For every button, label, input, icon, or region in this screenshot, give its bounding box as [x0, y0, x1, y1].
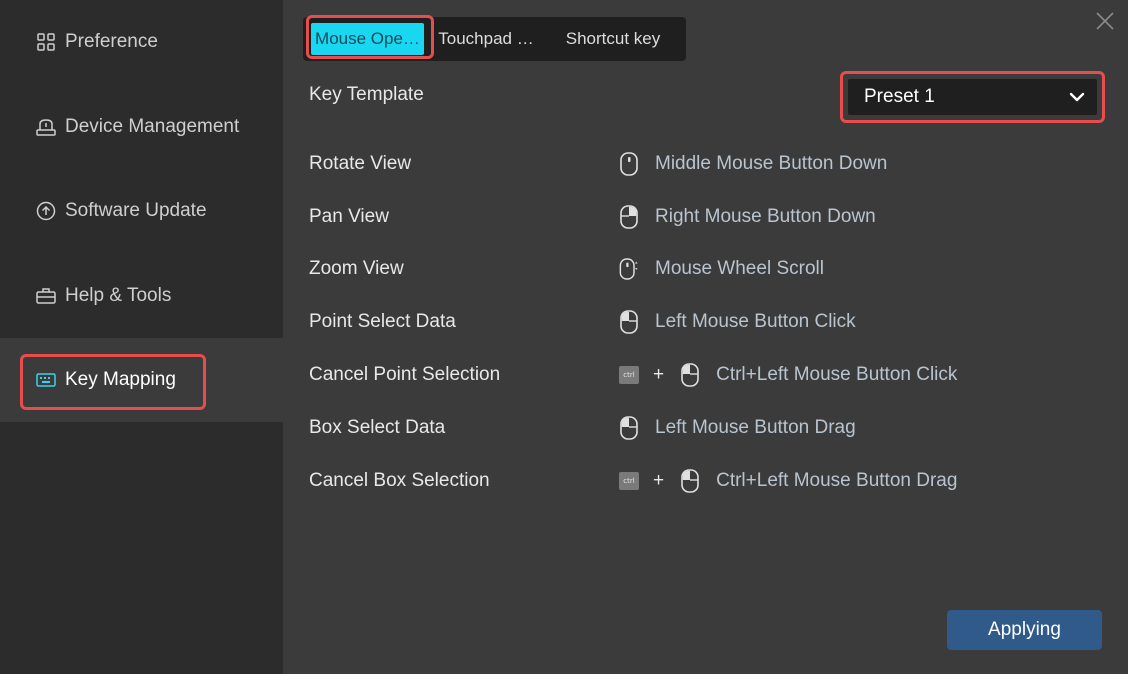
mapping-binding-label: Left Mouse Button Click — [655, 311, 856, 332]
mapping-row-pan-view: Pan View Right Mouse Button Down — [309, 202, 1089, 232]
left-mouse-icon — [680, 363, 700, 387]
key-template-value: Preset 1 — [864, 86, 935, 107]
left-mouse-icon — [680, 469, 700, 493]
tab-mouse-operation[interactable]: Mouse Ope… — [311, 23, 424, 55]
mapping-binding[interactable]: Left Mouse Button Click — [619, 310, 856, 334]
sidebar-item-preference[interactable]: Preference — [0, 0, 283, 84]
sidebar-item-label: Preference — [65, 31, 158, 52]
ctrl-key-icon: ctrl — [619, 472, 639, 490]
tab-shortcut-key[interactable]: Shortcut key — [548, 23, 678, 55]
mapping-row-cancel-box-selection: Cancel Box Selection ctrl + Ctrl+Left Mo… — [309, 466, 1089, 496]
mapping-action: Rotate View — [309, 153, 412, 174]
mapping-binding-label: Right Mouse Button Down — [655, 206, 876, 227]
mapping-row-cancel-point-selection: Cancel Point Selection ctrl + Ctrl+Left … — [309, 360, 1089, 390]
device-icon — [36, 117, 56, 137]
ctrl-key-icon: ctrl — [619, 366, 639, 384]
template-highlight-box: Preset 1 — [840, 71, 1105, 123]
sidebar-item-label: Help & Tools — [65, 285, 172, 306]
key-template-select[interactable]: Preset 1 — [848, 79, 1097, 115]
mapping-binding[interactable]: ctrl + Ctrl+Left Mouse Button Click — [619, 363, 957, 387]
plus-sign: + — [653, 364, 665, 385]
sidebar-item-label: Software Update — [65, 200, 207, 221]
right-mouse-icon — [619, 205, 639, 229]
sidebar-item-device-management[interactable]: Device Management — [0, 85, 283, 169]
mapping-binding[interactable]: Right Mouse Button Down — [619, 205, 876, 229]
mapping-binding[interactable]: Mouse Wheel Scroll — [619, 257, 824, 281]
mapping-action: Cancel Box Selection — [309, 470, 490, 491]
plus-sign: + — [653, 470, 665, 491]
mapping-binding-label: Ctrl+Left Mouse Button Drag — [716, 470, 958, 491]
left-mouse-icon — [619, 310, 639, 334]
sidebar: Preference Device Management Software Up… — [0, 0, 283, 674]
mapping-row-rotate-view: Rotate View Middle Mouse Button Down — [309, 149, 1089, 179]
sidebar-item-help-tools[interactable]: Help & Tools — [0, 254, 283, 338]
sidebar-item-label: Key Mapping — [65, 369, 176, 390]
mapping-binding-label: Middle Mouse Button Down — [655, 153, 888, 174]
update-icon — [36, 201, 56, 221]
applying-button[interactable]: Applying — [947, 610, 1102, 650]
sidebar-item-label: Device Management — [65, 116, 240, 137]
mapping-binding[interactable]: Middle Mouse Button Down — [619, 152, 887, 176]
mapping-action: Box Select Data — [309, 417, 446, 438]
chevron-down-icon — [1069, 86, 1085, 108]
mapping-action: Pan View — [309, 206, 389, 227]
mapping-row-box-select: Box Select Data Left Mouse Button Drag — [309, 413, 1089, 443]
grid-icon — [36, 32, 56, 52]
mapping-binding-label: Left Mouse Button Drag — [655, 417, 856, 438]
mapping-binding[interactable]: ctrl + Ctrl+Left Mouse Button Drag — [619, 469, 957, 493]
sidebar-item-key-mapping[interactable]: Key Mapping — [0, 338, 283, 422]
mapping-binding-label: Ctrl+Left Mouse Button Click — [716, 364, 958, 385]
key-template-label: Key Template — [309, 84, 424, 105]
mapping-binding[interactable]: Left Mouse Button Drag — [619, 416, 856, 440]
sidebar-item-software-update[interactable]: Software Update — [0, 169, 283, 253]
mapping-action: Cancel Point Selection — [309, 364, 501, 385]
app-window: Preference Device Management Software Up… — [0, 0, 1128, 674]
tab-touchpad[interactable]: Touchpad … — [430, 23, 542, 55]
keyboard-icon — [36, 370, 56, 390]
mouse-wheel-icon — [619, 257, 639, 281]
mapping-action: Point Select Data — [309, 311, 456, 332]
toolbox-icon — [36, 286, 56, 306]
mapping-binding-label: Mouse Wheel Scroll — [655, 258, 824, 279]
middle-mouse-icon — [619, 152, 639, 176]
mapping-action: Zoom View — [309, 258, 404, 279]
left-mouse-icon — [619, 416, 639, 440]
main-panel: Mouse Ope… Touchpad … Shortcut key Key T… — [283, 0, 1128, 674]
mapping-row-zoom-view: Zoom View Mouse Wheel Scroll — [309, 254, 1089, 284]
close-icon[interactable] — [1094, 10, 1116, 32]
tab-bar: Mouse Ope… Touchpad … Shortcut key — [303, 17, 686, 61]
mapping-row-point-select: Point Select Data Left Mouse Button Clic… — [309, 307, 1089, 337]
